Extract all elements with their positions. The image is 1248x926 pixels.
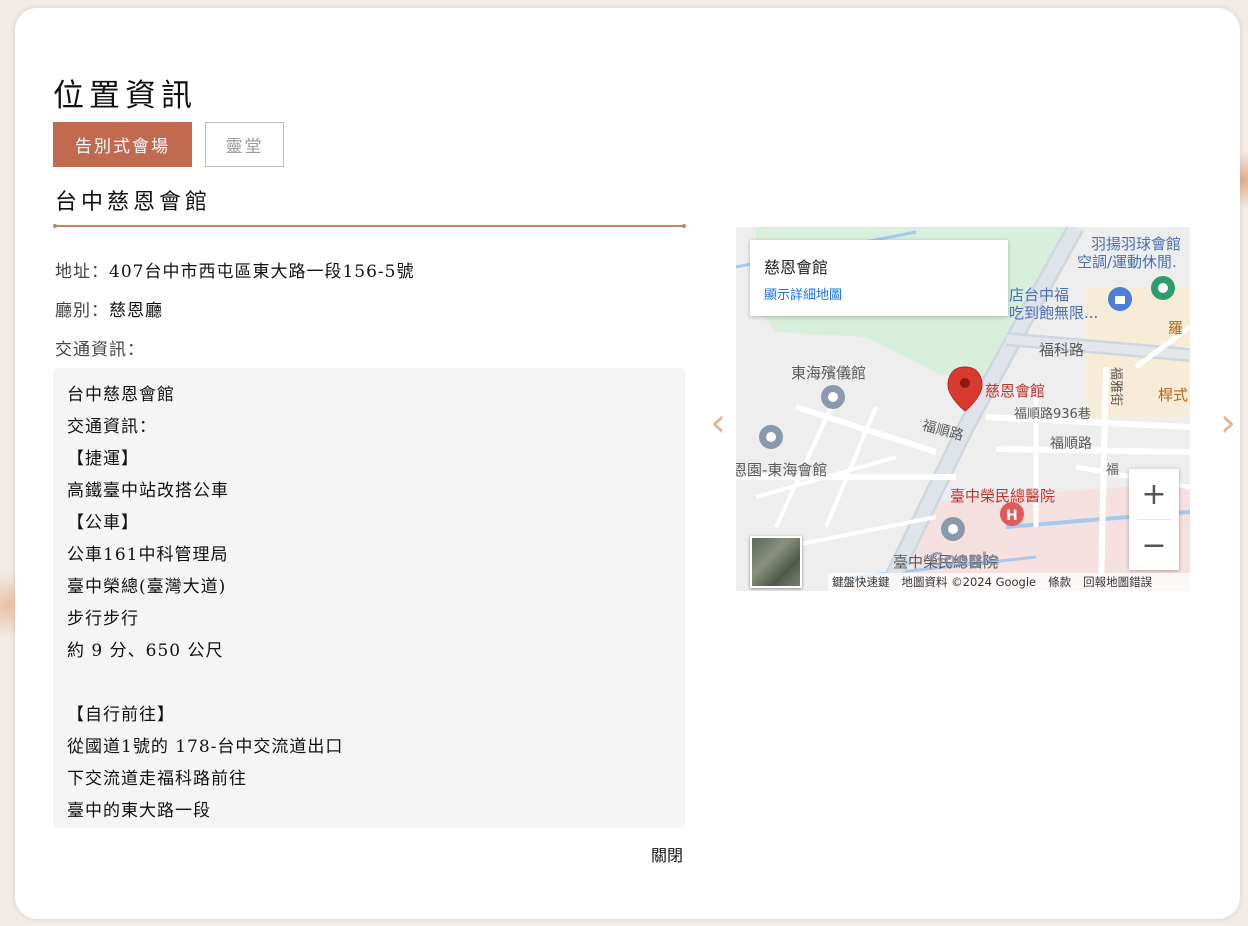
traffic-line: 步行步行 — [67, 609, 139, 629]
larger-map-link[interactable]: 顯示詳細地圖 — [764, 284, 842, 303]
map-label: 桿式 — [1158, 386, 1189, 404]
hall-label: 廳別： — [55, 301, 109, 321]
map-label: 福科路 — [1039, 341, 1085, 359]
traffic-line: 公車161中科管理局 — [67, 545, 229, 565]
map-label: 空調/運動休閒. — [1077, 253, 1177, 271]
prev-arrow-icon[interactable]: ‹ — [710, 403, 726, 443]
poi-pin[interactable] — [759, 425, 783, 449]
poi-pin[interactable] — [821, 385, 845, 409]
shop-pin[interactable] — [1108, 287, 1132, 311]
map-label: 東海殯儀館 — [791, 364, 867, 382]
map-label: 福 — [1106, 463, 1120, 478]
location-modal: 位置資訊 告別式會場 靈堂 台中慈恩會館 地址：407台中市西屯區東大路一段15… — [15, 8, 1240, 919]
info-card-name: 慈恩會館 — [764, 258, 829, 277]
satellite-toggle[interactable] — [750, 536, 802, 588]
traffic-info-box: 台中慈恩會館 交通資訊： 【捷運】 高鐵臺中站改搭公車 【公車】 公車161中科… — [53, 368, 685, 828]
svg-text:H: H — [1006, 508, 1018, 524]
google-logo: Google — [929, 549, 1000, 570]
venue-name: 台中慈恩會館 — [55, 190, 212, 215]
tab-memorial-hall[interactable]: 靈堂 — [205, 122, 284, 167]
map-footer: 鍵盤快速鍵 地圖資料 ©2024 Google 條款 回報地圖錯誤 — [828, 573, 1190, 591]
hall-row: 廳別：慈恩廳 — [55, 296, 163, 321]
modal-title: 位置資訊 — [53, 78, 197, 114]
traffic-line: 台中慈恩會館 — [67, 385, 175, 405]
terms-link[interactable]: 條款 — [1048, 574, 1071, 590]
zoom-controls: + − — [1129, 469, 1179, 570]
map-info-card: 慈恩會館 顯示詳細地圖 — [750, 240, 1008, 316]
traffic-line: 從國道1號的 178-台中交流道出口 — [67, 737, 344, 757]
map-label: 臺中榮民總醫院 — [950, 487, 1056, 505]
report-error-link[interactable]: 回報地圖錯誤 — [1083, 574, 1152, 590]
address-label: 地址： — [55, 262, 109, 282]
next-arrow-icon[interactable]: › — [1220, 403, 1236, 443]
tab-funeral-venue[interactable]: 告別式會場 — [53, 122, 192, 167]
traffic-line: 臺中的東大路一段 — [67, 801, 211, 821]
traffic-line: 【自行前往】 — [67, 705, 175, 725]
map-data-credit: 地圖資料 ©2024 Google — [901, 575, 1037, 589]
map-label: 恩園-東海會館 — [736, 461, 828, 479]
divider — [53, 224, 686, 228]
map-label: 吃到飽無限... — [1009, 304, 1099, 322]
keyboard-shortcuts-link[interactable]: 鍵盤快速鍵 — [832, 574, 890, 590]
traffic-label: 交通資訊： — [55, 340, 145, 360]
traffic-line: 交通資訊： — [67, 417, 157, 437]
close-button[interactable]: 關閉 — [651, 842, 683, 866]
traffic-line: 【公車】 — [67, 513, 139, 533]
traffic-line: 約 9 分、650 公尺 — [67, 641, 224, 661]
marker-label: 慈恩會館 — [985, 382, 1046, 400]
map-label: 羅 — [1168, 319, 1184, 337]
traffic-line: 【捷運】 — [67, 449, 139, 469]
map-label: 福順路 — [1050, 436, 1092, 452]
hall-value: 慈恩廳 — [109, 301, 163, 321]
traffic-line: 下交流道走福科路前往 — [67, 769, 247, 789]
poi-pin[interactable] — [941, 517, 965, 541]
map-label: 福順路936巷 — [1014, 407, 1091, 422]
traffic-line: 高鐵臺中站改搭公車 — [67, 481, 229, 501]
zoom-in-button[interactable]: + — [1129, 469, 1179, 519]
zoom-out-button[interactable]: − — [1129, 520, 1179, 570]
map-embed[interactable]: H 羽揚羽球會館 空調/運動休閒. 店台中福 吃到飽無限... 福科路 羅 東海… — [736, 227, 1190, 591]
map-label: 福雅街 — [1108, 366, 1124, 407]
address-value: 407台中市西屯區東大路一段156-5號 — [109, 262, 415, 282]
poi-pin-green[interactable] — [1151, 276, 1175, 300]
address-row: 地址：407台中市西屯區東大路一段156-5號 — [55, 257, 414, 282]
traffic-line: 臺中榮總(臺灣大道) — [67, 577, 227, 597]
